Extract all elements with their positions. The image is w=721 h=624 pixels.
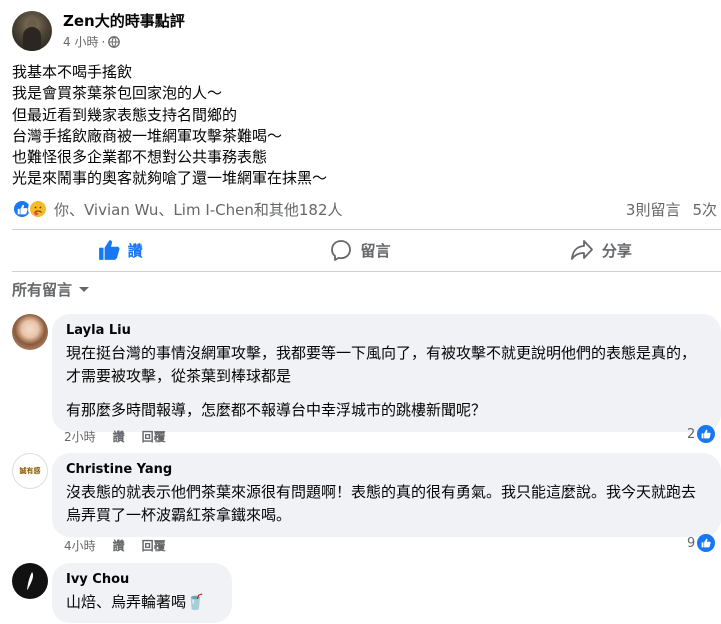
reaction-icons[interactable] — [12, 199, 48, 219]
commenter-avatar[interactable] — [12, 314, 48, 350]
reactions-bar: 你、Vivian Wu、Lim I-Chen和其他182人 3則留言 5次 — [12, 197, 717, 221]
share-count[interactable]: 5次 — [692, 199, 717, 220]
comment-count[interactable]: 3則留言 — [626, 199, 681, 220]
comment-meta: 2小時 讚 回覆 — [64, 428, 166, 445]
comment-time[interactable]: 4小時 — [64, 537, 96, 554]
meta-separator: · — [101, 35, 106, 49]
commenter-avatar[interactable]: 誠有感 — [12, 453, 48, 489]
comment-text: 現在挺台灣的事情沒網軍攻擊，我都要等一下風向了，有被攻擊不就更說明他們的表態是真… — [66, 344, 697, 385]
feather-icon — [27, 572, 34, 590]
comment-item: Ivy Chou 山焙、烏弄輪著喝🥤 — [12, 563, 721, 624]
comment-reply-button[interactable]: 回覆 — [142, 537, 166, 554]
thumbs-up-icon — [697, 425, 716, 443]
post-header: Zen大的時事點評 4 小時 · — [12, 9, 185, 53]
header-text: Zen大的時事點評 4 小時 · — [63, 12, 185, 50]
avatar-figure-body — [23, 27, 41, 51]
comment-like-count-value: 9 — [687, 535, 696, 551]
comment-like-count-value: 2 — [687, 426, 696, 442]
comment-item: Layla Liu 現在挺台灣的事情沒網軍攻擊，我都要等一下風向了，有被攻擊不就… — [12, 314, 721, 444]
globe-icon[interactable] — [108, 36, 121, 48]
reaction-summary[interactable]: 你、Vivian Wu、Lim I-Chen和其他182人 — [54, 199, 626, 220]
page-avatar[interactable] — [12, 11, 52, 51]
thumbs-up-icon — [697, 534, 716, 552]
comment-bubble: Ivy Chou 山焙、烏弄輪著喝🥤 — [52, 563, 232, 623]
comment-time[interactable]: 2小時 — [64, 428, 96, 445]
post-line: 我基本不喝手搖飲 — [12, 63, 133, 81]
like-label: 讚 — [127, 241, 143, 260]
comment-author[interactable]: Layla Liu — [66, 322, 709, 340]
comment-like-count[interactable]: 9 — [687, 534, 716, 552]
divider — [12, 229, 721, 230]
comment-author[interactable]: Ivy Chou — [66, 571, 220, 589]
comments-filter-label: 所有留言 — [12, 281, 73, 299]
share-button[interactable]: 分享 — [481, 232, 721, 268]
post-stats: 3則留言 5次 — [626, 199, 717, 220]
comment-bubble: Christine Yang 沒表態的就表示他們茶葉來源很有問題啊！表態的真的很… — [52, 453, 721, 537]
comment-like-count[interactable]: 2 — [687, 425, 716, 443]
share-icon — [570, 240, 593, 260]
post-line: 台灣手搖飲廠商被一堆網軍攻擊茶難喝～ — [12, 126, 283, 145]
share-label: 分享 — [601, 241, 632, 260]
comment-icon — [331, 240, 352, 261]
comment-reply-button[interactable]: 回覆 — [142, 428, 166, 445]
post-line: 光是來鬧事的奧客就夠嗆了還一堆網軍在抹黑～ — [12, 169, 328, 188]
caret-down-icon — [79, 286, 90, 292]
comment-like-button[interactable]: 讚 — [113, 537, 125, 554]
comment-bubble: Layla Liu 現在挺台灣的事情沒網軍攻擊，我都要等一下風向了，有被攻擊不就… — [52, 314, 721, 432]
comment-text: 沒表態的就表示他們茶葉來源很有問題啊！表態的真的很有勇氣。我只能這麼說。我今天就… — [66, 483, 697, 524]
action-bar: 讚 留言 分享 — [0, 232, 721, 268]
comment-text: 山焙、烏弄輪著喝🥤 — [66, 593, 205, 611]
post-time[interactable]: 4 小時 — [63, 34, 98, 50]
post-body: 我基本不喝手搖飲 我是會買茶葉茶包回家泡的人～ 但最近看到幾家表態支持名間鄉的 … — [12, 62, 327, 190]
comment-text: 有那麼多時間報導，怎麼都不報導台中幸浮城市的跳樓新聞呢？ — [66, 401, 487, 419]
comment-item: 誠有感 Christine Yang 沒表態的就表示他們茶葉來源很有問題啊！表態… — [12, 453, 721, 557]
post-line: 也難怪很多企業都不想對公共事務表態 — [12, 148, 268, 167]
post-line: 但最近看到幾家表態支持名間鄉的 — [12, 105, 238, 124]
comment-meta: 4小時 讚 回覆 — [64, 537, 166, 554]
comment-author[interactable]: Christine Yang — [66, 461, 709, 479]
page-name[interactable]: Zen大的時事點評 — [63, 12, 185, 31]
comments-filter-dropdown[interactable]: 所有留言 — [12, 279, 90, 300]
care-reaction-icon — [28, 199, 48, 219]
divider — [12, 271, 721, 272]
comment-button[interactable]: 留言 — [240, 232, 480, 268]
like-button[interactable]: 讚 — [0, 232, 240, 268]
comment-like-button[interactable]: 讚 — [113, 428, 125, 445]
comment-label: 留言 — [360, 241, 391, 260]
post-meta: 4 小時 · — [63, 34, 185, 50]
commenter-avatar[interactable] — [12, 563, 48, 599]
thumbs-up-icon — [98, 240, 120, 260]
post-line: 我是會買茶葉茶包回家泡的人～ — [12, 84, 223, 103]
avatar-text: 誠有感 — [19, 467, 41, 475]
